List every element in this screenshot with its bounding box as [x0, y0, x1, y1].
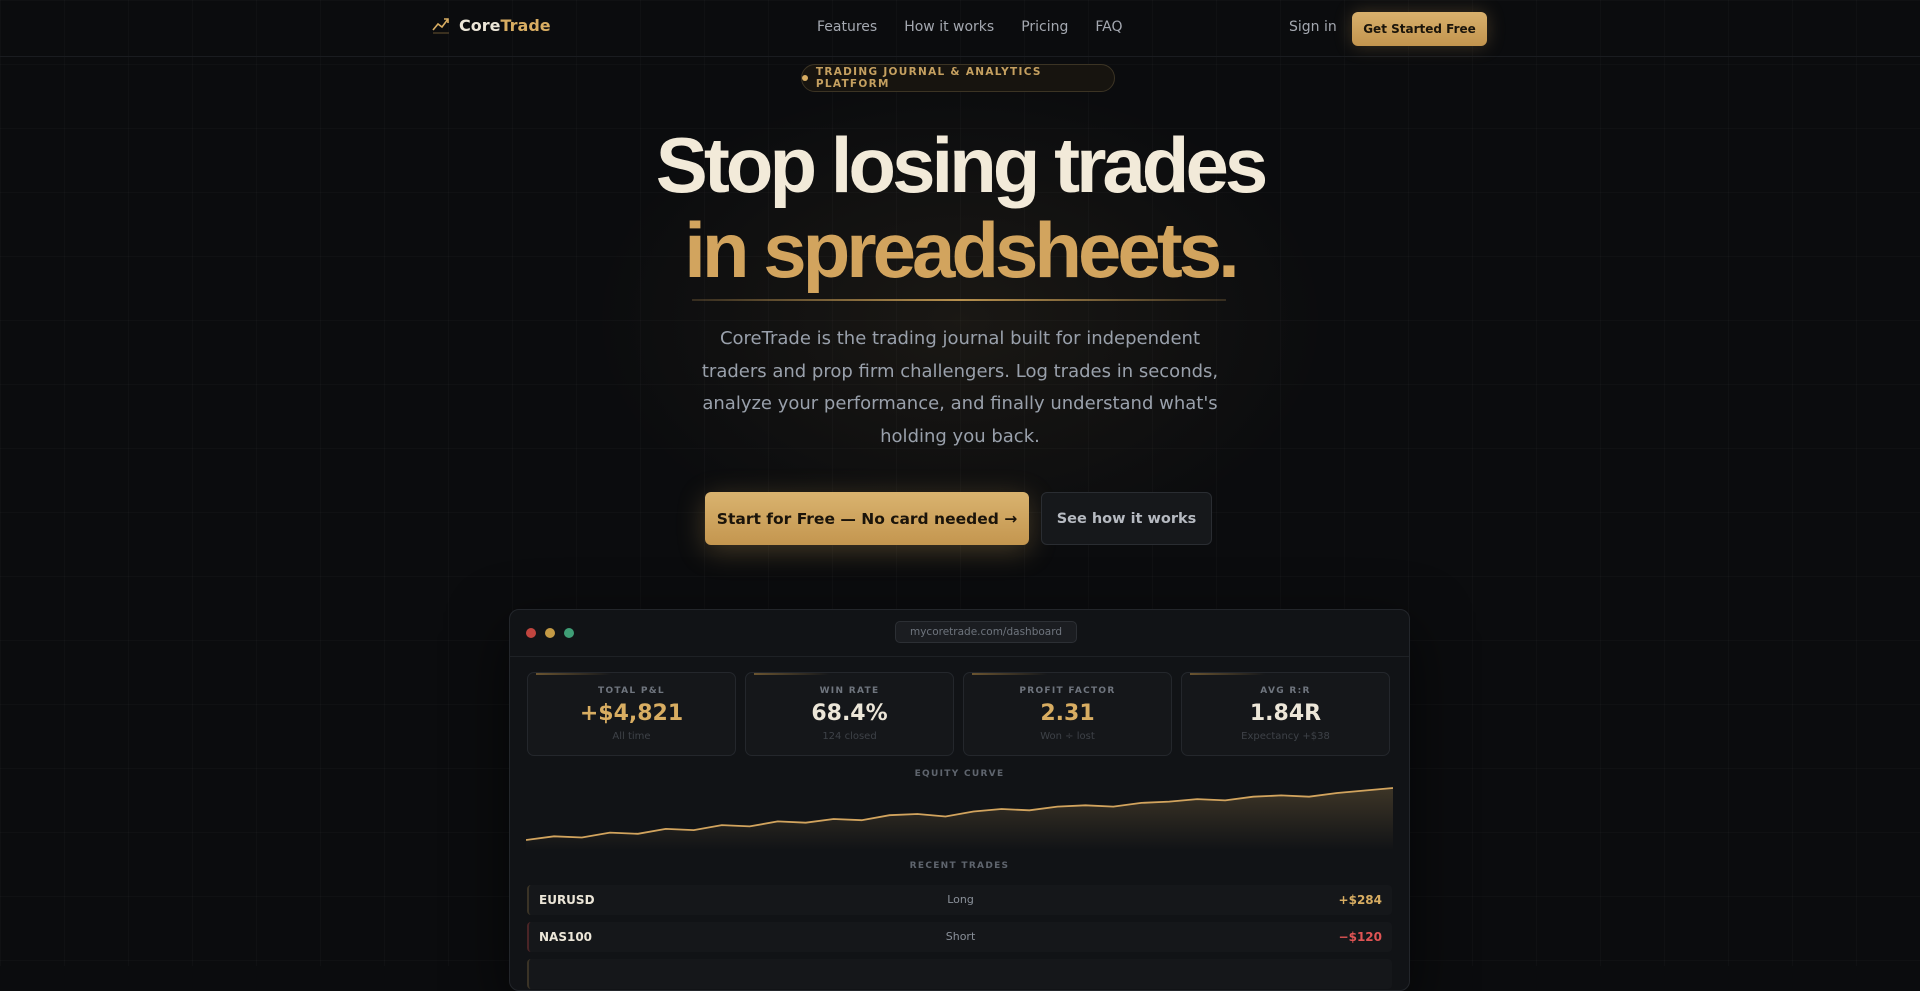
brand-name-trade: Trade: [500, 15, 551, 35]
stat-label: AVG R:R: [1260, 686, 1311, 696]
nav-link-features[interactable]: Features: [817, 19, 877, 35]
stat-value: +$4,821: [579, 701, 684, 726]
dashboard-preview-window: mycoretrade.com/dashboard TOTAL P&L +$4,…: [509, 609, 1410, 991]
stat-card-profit-factor: PROFIT FACTOR 2.31 Won ÷ lost: [963, 672, 1172, 756]
stat-card-total-pnl: TOTAL P&L +$4,821 All time: [527, 672, 736, 756]
nav-link-how-it-works[interactable]: How it works: [904, 19, 994, 35]
title-underline: [692, 299, 1226, 301]
stat-subtext: 124 closed: [822, 731, 877, 742]
trend-chart-icon: [432, 18, 449, 34]
address-bar: mycoretrade.com/dashboard: [895, 621, 1077, 643]
window-maximize-dot: [564, 628, 574, 638]
stat-value: 2.31: [1040, 701, 1095, 726]
window-minimize-dot: [545, 628, 555, 638]
equity-curve-label: EQUITY CURVE: [914, 769, 1005, 779]
top-nav: CoreTrade Features How it works Pricing …: [0, 0, 1920, 57]
stat-value: 68.4%: [811, 701, 888, 726]
stat-subtext: All time: [612, 731, 651, 742]
trade-row[interactable]: EURUSD Long +$284: [527, 885, 1392, 915]
stat-card-avg-rr: AVG R:R 1.84R Expectancy +$38: [1181, 672, 1390, 756]
trade-pnl: +$284: [1338, 893, 1382, 907]
trade-row[interactable]: NAS100 Short −$120: [527, 922, 1392, 952]
hero-badge: TRADING JOURNAL & ANALYTICS PLATFORM: [801, 64, 1115, 92]
nav-link-pricing[interactable]: Pricing: [1021, 19, 1068, 35]
start-free-button[interactable]: Start for Free — No card needed →: [705, 492, 1029, 545]
see-how-it-works-button[interactable]: See how it works: [1041, 492, 1212, 545]
stat-label: TOTAL P&L: [598, 686, 665, 696]
badge-text: TRADING JOURNAL & ANALYTICS PLATFORM: [815, 66, 1042, 90]
hero-title-line-1: Stop losing trades: [655, 121, 1268, 209]
stat-label: WIN RATE: [819, 686, 880, 696]
hero-subtitle: CoreTrade is the trading journal built f…: [701, 328, 1219, 447]
get-started-button[interactable]: Get Started Free: [1352, 12, 1487, 46]
brand-name: CoreTrade: [459, 16, 551, 35]
recent-trades-label: RECENT TRADES: [909, 861, 1010, 871]
stat-label: PROFIT FACTOR: [1019, 686, 1116, 696]
hero-title-line-2: in spreadsheets.: [684, 206, 1240, 294]
window-close-dot: [526, 628, 536, 638]
badge-dot-icon: [802, 75, 808, 81]
trade-pnl: −$120: [1338, 930, 1382, 944]
trade-row-partial[interactable]: [527, 959, 1392, 989]
trade-side: Long: [947, 893, 974, 906]
nav-link-faq[interactable]: FAQ: [1095, 19, 1122, 35]
equity-curve-chart: [526, 787, 1393, 850]
sign-in-link[interactable]: Sign in: [1289, 19, 1337, 35]
equity-curve-area: [526, 788, 1393, 850]
stat-card-win-rate: WIN RATE 68.4% 124 closed: [745, 672, 954, 756]
trade-side: Short: [945, 930, 976, 943]
stat-subtext: Won ÷ lost: [1040, 731, 1095, 742]
brand-name-core: Core: [459, 15, 501, 35]
window-title-bar: mycoretrade.com/dashboard: [510, 610, 1409, 657]
brand-logo-link[interactable]: CoreTrade: [431, 15, 551, 35]
stat-value: 1.84R: [1249, 701, 1322, 726]
nav-links: Features How it works Pricing FAQ: [817, 19, 1123, 35]
stat-subtext: Expectancy +$38: [1241, 731, 1330, 742]
